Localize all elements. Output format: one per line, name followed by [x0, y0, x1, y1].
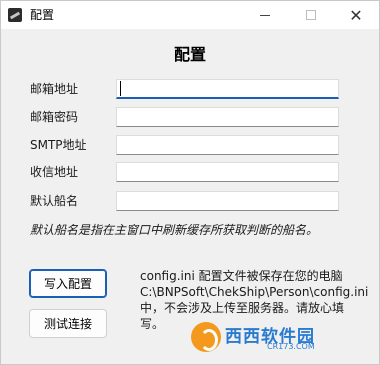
app-icon	[8, 8, 22, 22]
smtp-address-input[interactable]	[116, 135, 339, 155]
close-button[interactable]: ✕	[333, 1, 379, 29]
window-title: 配置	[30, 8, 55, 22]
write-config-button[interactable]: 写入配置	[29, 269, 107, 298]
email-address-input[interactable]	[116, 79, 339, 99]
ship-name-note: 默认船名是指在主窗口中刷新缓存所获取判断的船名。	[30, 223, 319, 237]
default-ship-name-input[interactable]	[116, 191, 339, 211]
minimize-icon	[260, 14, 270, 16]
info-line: config.ini 配置文件被保存在您的电脑	[140, 269, 343, 283]
smtp-address-label: SMTP地址	[30, 138, 87, 152]
info-line: 中，不会涉及上传至服务器。请放心填	[140, 301, 345, 315]
watermark-logo-icon	[191, 322, 221, 352]
maximize-button[interactable]	[288, 1, 334, 29]
form-heading: 配置	[173, 45, 206, 64]
recipient-address-input[interactable]	[116, 162, 339, 182]
config-window: 配置 ✕ 配置 邮箱地址 邮箱密码 SMTP地址 收信地址 默认船名 默认船名是…	[0, 0, 380, 365]
maximize-icon	[306, 10, 316, 20]
text-caret	[120, 81, 121, 96]
default-ship-name-label: 默认船名	[30, 194, 79, 208]
title-bar[interactable]: 配置 ✕	[1, 1, 379, 29]
close-icon: ✕	[349, 5, 363, 25]
recipient-address-label: 收信地址	[30, 165, 79, 179]
email-password-input[interactable]	[116, 107, 339, 127]
test-connection-button[interactable]: 测试连接	[29, 309, 107, 338]
watermark-url: CR173.COM	[267, 342, 315, 351]
info-line: C:\BNPSoft\ChekShip\Person\config.ini	[140, 285, 369, 299]
watermark: 西西软件园 CR173.COM	[191, 321, 359, 355]
email-address-label: 邮箱地址	[30, 82, 79, 96]
email-password-label: 邮箱密码	[30, 110, 79, 124]
minimize-button[interactable]	[242, 1, 288, 29]
